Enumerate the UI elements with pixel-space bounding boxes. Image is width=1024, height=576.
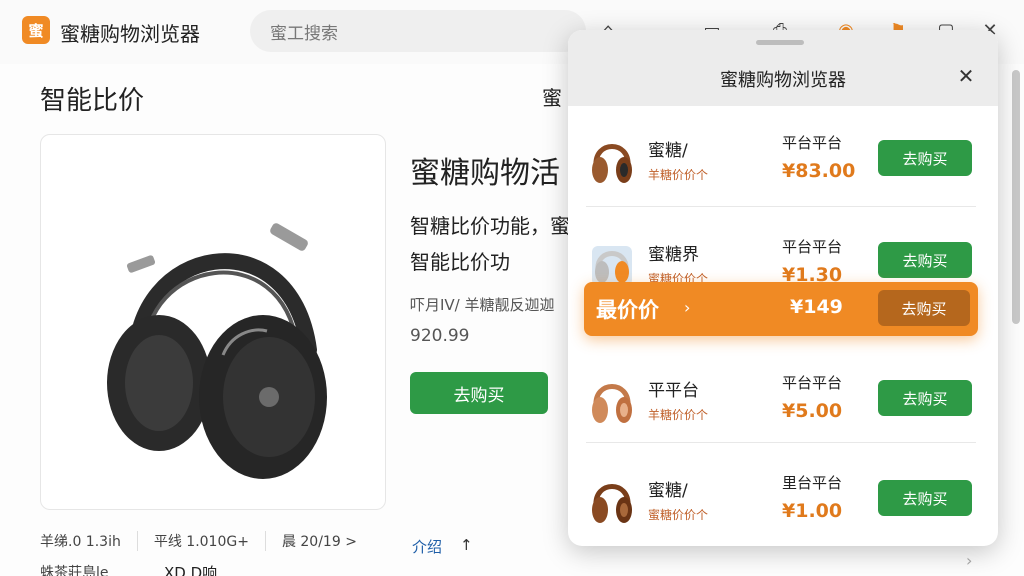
row-name: 蜜糖/ (648, 141, 688, 161)
list-item[interactable]: 平平台 羊糖价价个 平台平台 ¥5.00 去购买 (586, 350, 976, 450)
stats-row: 羊绨.0 1.3ih 平线 1.010G+ 晨 20/19 > (40, 526, 400, 556)
product-name: 蜜糖购物活 (410, 156, 560, 191)
row-buy-button[interactable]: 去购买 (878, 140, 972, 176)
divider (264, 531, 266, 551)
best-price-value: ¥149 (790, 296, 843, 318)
row-price: ¥83.00 (782, 160, 856, 182)
row-buy-button[interactable]: 去购买 (878, 380, 972, 416)
product-description: 智糖比价功能，蜜智能比价功 (410, 214, 570, 274)
list-item[interactable]: 蜜糖/ 羊糖价价个 平台平台 ¥83.00 去购买 (586, 110, 976, 210)
chevron-right-icon[interactable]: › (966, 551, 972, 570)
product-price: 920.99 (410, 326, 470, 346)
stat-item[interactable]: 晨 20/19 > (282, 531, 357, 551)
row-buy-button[interactable]: 去购买 (878, 480, 972, 516)
popup-close-icon[interactable]: ✕ (954, 64, 978, 88)
best-buy-button[interactable]: 去购买 (878, 290, 970, 326)
drag-handle[interactable] (756, 40, 804, 45)
row-name: 蜜糖界 (648, 245, 699, 265)
popup-header: 蜜糖购物浏览器 ✕ (568, 30, 998, 106)
scrollbar[interactable] (1012, 70, 1020, 324)
intro-link[interactable]: 介绍 (412, 536, 442, 557)
buy-button[interactable]: 去购买 (410, 372, 548, 414)
row-subtitle: 羊糖价价个 (648, 408, 709, 422)
headphones-thumbnail (592, 484, 632, 523)
row-subtitle: 蜜糖价价个 (648, 508, 709, 522)
bottom-label: 蛛茶莊島le (40, 565, 109, 576)
divider (586, 206, 976, 207)
app-logo[interactable]: 蜜 (22, 16, 50, 44)
up-arrow-icon[interactable]: ↑ (460, 536, 473, 554)
row-price: ¥5.00 (782, 400, 843, 422)
row-name: 蜜糖/ (648, 481, 688, 501)
headphones-thumbnail (592, 144, 632, 183)
best-price-banner[interactable]: 最价价 › ¥149 去购买 (584, 282, 978, 336)
product-subtitle: 吓月IV/ 羊糖靓反迦迦 (410, 296, 555, 314)
row-platform: 平台平台 (782, 374, 843, 392)
app-title: 蜜糖购物浏览器 (60, 22, 200, 46)
headphones-image (107, 223, 327, 479)
stat-item: 羊绨.0 1.3ih (40, 534, 121, 550)
divider (586, 442, 976, 443)
row-platform: 平台平台 (782, 238, 843, 256)
row-buy-button[interactable]: 去购买 (878, 242, 972, 278)
search-bar[interactable]: 蜜工搜索 (250, 10, 586, 52)
list-item[interactable]: 蜜糖/ 蜜糖价价个 里台平台 ¥1.00 去购买 (586, 450, 976, 550)
best-price-label: 最价价 (596, 298, 659, 322)
row-platform: 里台平台 (782, 474, 843, 492)
bottom-value: XD.D响 (164, 564, 218, 576)
row-price: ¥1.00 (782, 500, 843, 522)
divider (136, 531, 138, 551)
page-title: 智能比价 (40, 86, 145, 116)
stat-item: 平线 1.010G+ (153, 534, 249, 550)
row-subtitle: 羊糖价价个 (648, 168, 709, 182)
row-name: 平平台 (648, 381, 699, 401)
row-platform: 平台平台 (782, 134, 843, 152)
popup-title: 蜜糖购物浏览器 (720, 70, 846, 91)
search-input[interactable]: 蜜工搜索 (270, 19, 338, 44)
chevron-right-icon: › (684, 298, 691, 317)
headphones-thumbnail (592, 384, 632, 423)
product-image-card[interactable] (40, 134, 386, 510)
page-title-right: 蜜 (542, 86, 562, 110)
